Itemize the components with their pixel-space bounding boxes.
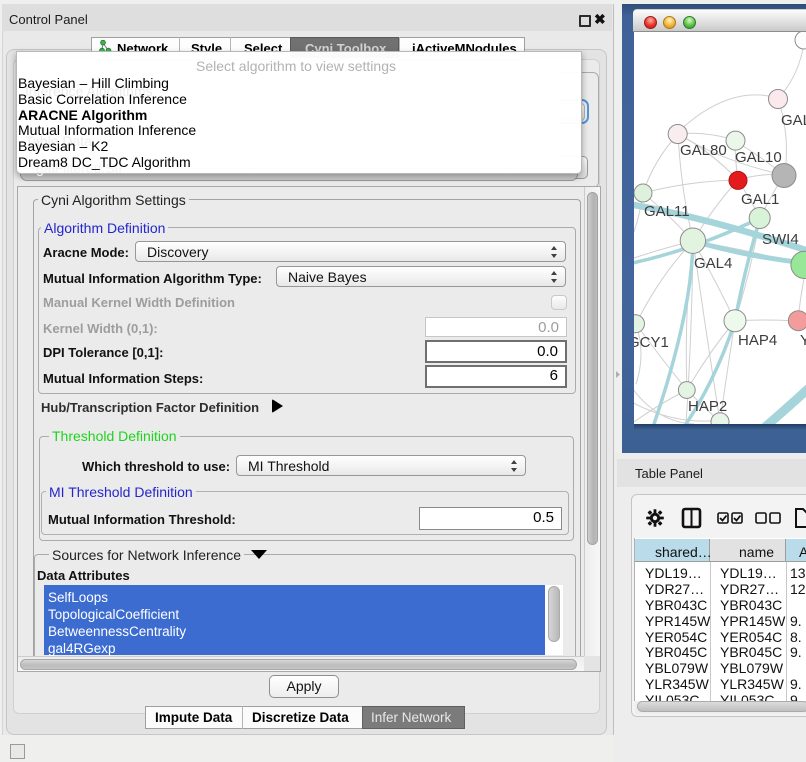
svg-text:GAL80: GAL80: [680, 142, 727, 159]
svg-text:GCY1: GCY1: [634, 334, 669, 351]
svg-text:GAL4: GAL4: [694, 255, 732, 272]
svg-text:HAP2: HAP2: [688, 398, 727, 415]
svg-text:GAL10: GAL10: [735, 149, 782, 166]
svg-text:GAL1: GAL1: [741, 191, 779, 208]
svg-text:GAL11: GAL11: [644, 203, 690, 220]
svg-text:HAP4: HAP4: [738, 332, 777, 349]
svg-text:Y: Y: [800, 332, 806, 349]
svg-text:GAL7: GAL7: [781, 112, 806, 129]
svg-text:SWI4: SWI4: [762, 231, 799, 248]
